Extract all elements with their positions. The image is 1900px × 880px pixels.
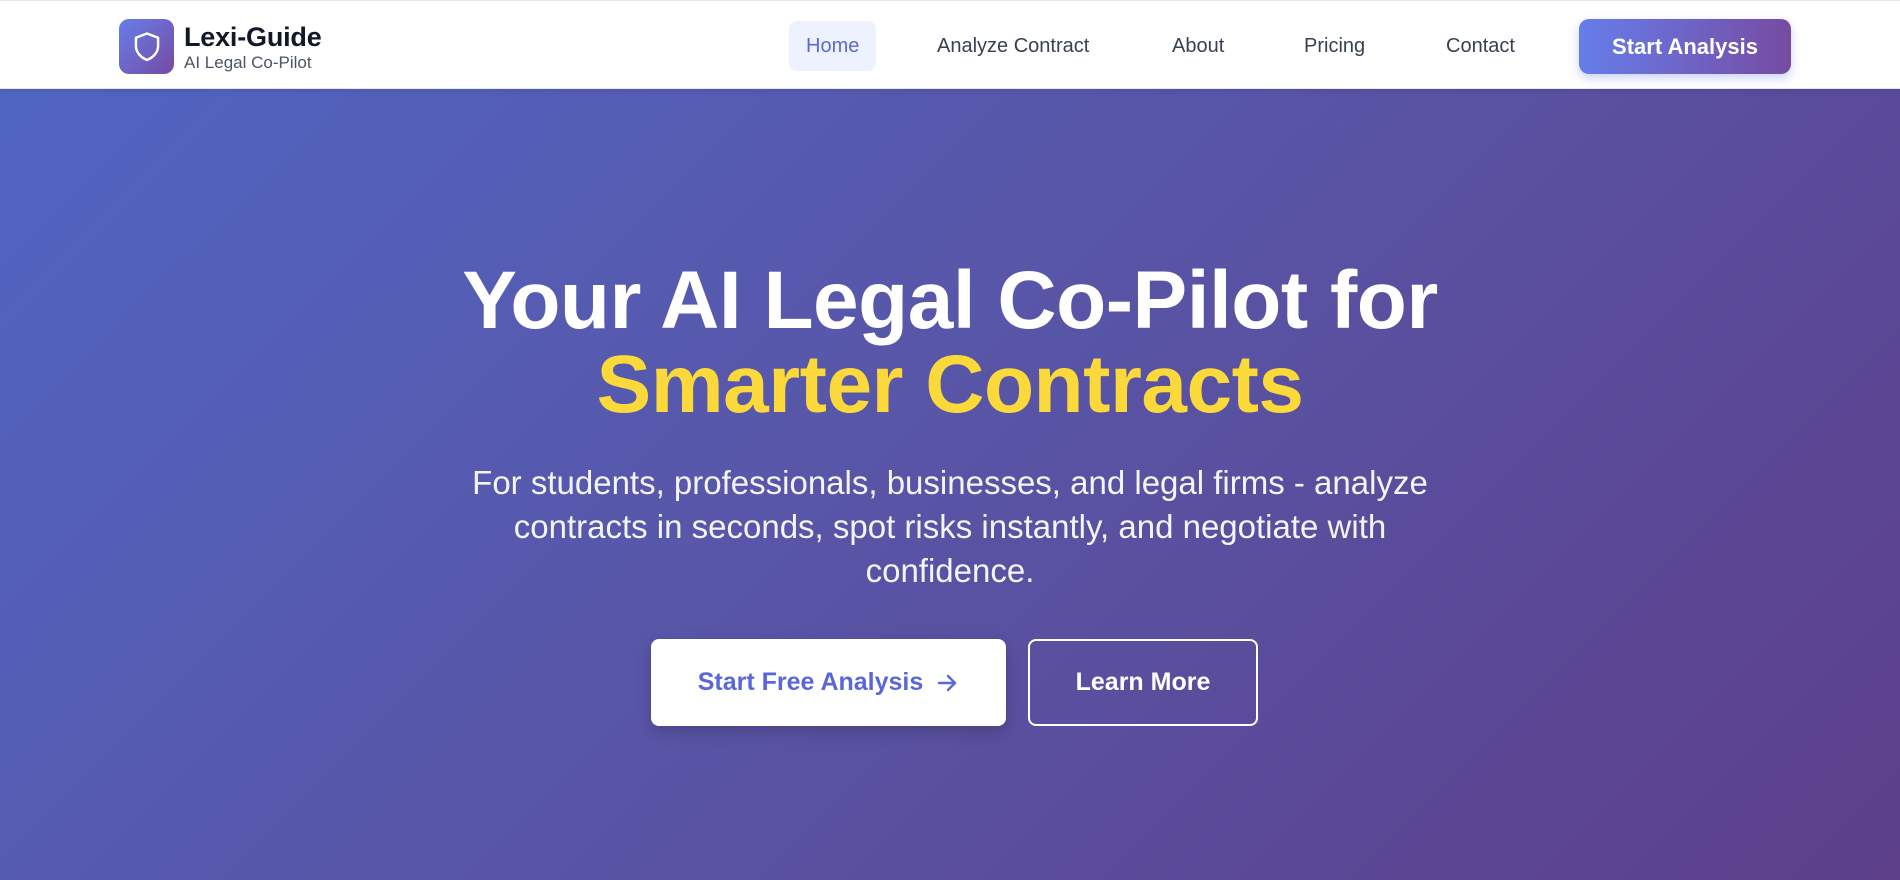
arrow-right-icon — [935, 671, 959, 695]
learn-more-button[interactable]: Learn More — [1028, 639, 1258, 726]
brand-name: Lexi-Guide — [184, 21, 322, 52]
hero-title: Your AI Legal Co-Pilot for — [462, 255, 1438, 346]
start-free-analysis-button[interactable]: Start Free Analysis — [651, 639, 1006, 726]
start-free-analysis-label: Start Free Analysis — [697, 668, 924, 696]
nav-item-contact[interactable]: Contact — [1446, 21, 1515, 71]
nav-item-home[interactable]: Home — [789, 21, 877, 71]
nav-item-pricing[interactable]: Pricing — [1304, 21, 1365, 71]
top-navbar: Lexi-Guide AI Legal Co-Pilot Home Analyz… — [0, 0, 1900, 89]
brand-tagline: AI Legal Co-Pilot — [184, 52, 312, 72]
start-analysis-button[interactable]: Start Analysis — [1579, 19, 1791, 74]
logo-badge — [119, 19, 174, 74]
shield-icon — [134, 31, 159, 61]
nav-item-about[interactable]: About — [1172, 21, 1224, 71]
nav-item-analyze-contract[interactable]: Analyze Contract — [937, 21, 1089, 71]
hero-section: Your AI Legal Co-Pilot for Smarter Contr… — [0, 89, 1900, 880]
brand[interactable]: Lexi-Guide AI Legal Co-Pilot — [119, 19, 322, 74]
hero-title-highlight: Smarter Contracts — [596, 339, 1304, 430]
hero-subtitle: For students, professionals, businesses,… — [472, 464, 1428, 589]
